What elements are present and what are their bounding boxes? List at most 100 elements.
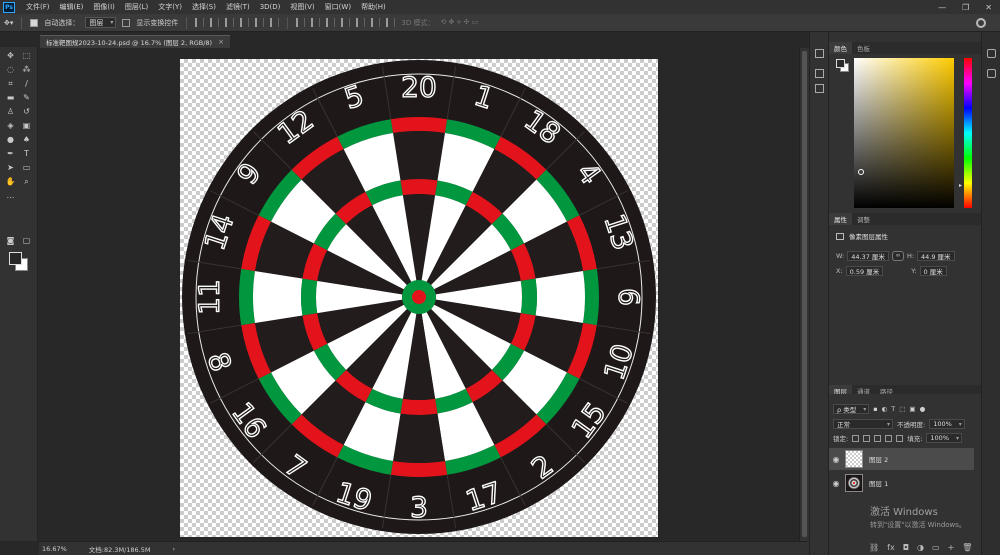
lock-pixels-icon[interactable] [863, 434, 871, 442]
y-field[interactable]: 0 厘米 [919, 266, 947, 276]
align-bottom-icon[interactable] [225, 18, 235, 27]
magic-wand-tool-icon[interactable]: ⁂ [21, 64, 32, 75]
lasso-tool-icon[interactable]: ◌ [5, 64, 16, 75]
lock-all-icon[interactable] [896, 434, 904, 442]
distribute-hcenter-icon[interactable] [356, 18, 366, 27]
layer-name[interactable]: 图层 1 [869, 478, 888, 488]
menu-edit[interactable]: 编辑(E) [55, 2, 89, 12]
filter-pixel-icon[interactable]: ▪ [873, 405, 877, 413]
screen-mode-icon[interactable]: ▢ [21, 235, 32, 246]
visibility-eye-icon[interactable]: ◉ [829, 455, 843, 464]
close-button[interactable]: ✕ [985, 3, 992, 12]
lock-artboard-icon[interactable] [885, 434, 893, 442]
foreground-color-chip[interactable] [836, 59, 845, 68]
history-brush-tool-icon[interactable]: ↺ [21, 106, 32, 117]
filter-adjust-icon[interactable]: ◐ [882, 405, 888, 413]
opacity-field[interactable]: 100% [929, 419, 965, 429]
menu-view[interactable]: 视图(V) [285, 2, 319, 12]
tab-swatches[interactable]: 色板 [852, 42, 875, 54]
gradient-tool-icon[interactable]: ▣ [21, 120, 32, 131]
layer-row[interactable]: ◉ 图层 2 [829, 448, 974, 470]
auto-align-icon[interactable] [386, 18, 396, 27]
tab-color[interactable]: 颜色 [829, 42, 852, 54]
fill-field[interactable]: 100% [926, 433, 962, 443]
filter-type-icon[interactable]: T [891, 405, 895, 413]
distribute-top-icon[interactable] [296, 18, 306, 27]
ruler-tool-icon[interactable]: ▬ [5, 92, 16, 103]
distribute-vcenter-icon[interactable] [311, 18, 321, 27]
zoom-tool-icon[interactable]: ⌕ [21, 176, 32, 187]
show-transform-checkbox[interactable] [122, 18, 131, 27]
filter-smart-icon[interactable]: ▣ [909, 405, 915, 413]
type-tool-icon[interactable]: T [21, 148, 32, 159]
move-tool-icon[interactable]: ✥ [5, 50, 16, 61]
color-picker-field[interactable] [854, 58, 954, 208]
layer-filter-dropdown[interactable]: ρ 类型 [833, 404, 870, 414]
canvas-area[interactable]: 20 1 18 4 13 6 10 15 2 17 3 19 7 16 8 11 14 9 12 5 [39, 48, 799, 541]
minimize-button[interactable]: — [938, 3, 946, 12]
align-left-icon[interactable] [240, 18, 250, 27]
quick-mask-icon[interactable]: ◙ [5, 235, 16, 246]
menu-3d[interactable]: 3D(D) [255, 3, 286, 11]
visibility-eye-icon[interactable]: ◉ [829, 479, 843, 488]
delete-layer-icon[interactable]: 🗑 [962, 543, 972, 552]
tab-adjustments[interactable]: 调整 [852, 213, 875, 225]
x-field[interactable]: 0.59 厘米 [845, 266, 884, 276]
height-field[interactable]: 44.9 厘米 [917, 251, 955, 261]
auto-select-target-dropdown[interactable]: 图层 [85, 17, 117, 28]
document-canvas[interactable]: 20 1 18 4 13 6 10 15 2 17 3 19 7 16 8 11 14 9 12 5 [180, 59, 658, 537]
eyedropper-tool-icon[interactable]: ∕ [21, 78, 32, 89]
menu-help[interactable]: 帮助(H) [356, 2, 391, 12]
blur-tool-icon[interactable]: ● [5, 134, 16, 145]
crop-tool-icon[interactable]: ⌗ [5, 78, 16, 89]
new-layer-icon[interactable]: + [948, 543, 955, 552]
rectangle-tool-icon[interactable]: ▭ [21, 162, 32, 173]
align-hcenter-icon[interactable] [255, 18, 265, 27]
layer-name[interactable]: 图层 2 [869, 454, 888, 464]
artboard-tool-icon[interactable]: ⬚ [21, 50, 32, 61]
blend-mode-dropdown[interactable]: 正常 [833, 419, 893, 429]
swatches-panel-icon[interactable] [815, 69, 824, 78]
menu-window[interactable]: 窗口(W) [320, 2, 356, 12]
tab-properties[interactable]: 属性 [829, 213, 852, 225]
distribute-bottom-icon[interactable] [326, 18, 336, 27]
lock-transparent-icon[interactable] [852, 434, 860, 442]
new-group-icon[interactable]: ▭ [932, 543, 940, 552]
width-field[interactable]: 44.37 厘米 [847, 251, 889, 261]
pen-tool-icon[interactable]: ✒ [5, 148, 16, 159]
document-tab[interactable]: 标准靶图规2023-10-24.psd @ 16.7% (图层 2, RGB/8… [40, 35, 230, 48]
foreground-color-swatch[interactable] [9, 252, 22, 265]
align-vcenter-icon[interactable] [210, 18, 220, 27]
layer-row[interactable]: ◉ 图层 1 [829, 472, 974, 494]
move-tool-icon[interactable]: ✥▾ [4, 19, 13, 27]
link-layers-icon[interactable]: ⛓ [869, 543, 879, 552]
add-mask-icon[interactable]: ◘ [903, 543, 909, 552]
brush-tool-icon[interactable]: ✎ [21, 92, 32, 103]
distribute-right-icon[interactable] [371, 18, 381, 27]
libraries-panel-icon[interactable] [815, 84, 824, 93]
dodge-tool-icon[interactable]: ♠ [21, 134, 32, 145]
menu-type[interactable]: 文字(Y) [153, 2, 187, 12]
menu-file[interactable]: 文件(F) [21, 2, 55, 12]
history-panel-icon[interactable] [815, 49, 824, 58]
hand-tool-icon[interactable]: ✋ [5, 176, 16, 187]
color-picker-cursor[interactable] [858, 169, 864, 175]
brush-settings-icon[interactable] [987, 49, 996, 58]
hue-slider-handle[interactable]: ▸ [959, 182, 962, 189]
lock-position-icon[interactable] [874, 434, 882, 442]
menu-select[interactable]: 选择(S) [187, 2, 221, 12]
search-icon[interactable] [976, 17, 986, 28]
adjustment-layer-icon[interactable]: ◑ [917, 543, 924, 552]
vertical-scrollbar[interactable] [799, 48, 809, 541]
path-select-tool-icon[interactable]: ➤ [5, 162, 16, 173]
scrollbar-thumb[interactable] [802, 51, 807, 537]
auto-select-checkbox[interactable] [30, 18, 39, 27]
more-tools-icon[interactable]: … [5, 190, 16, 201]
stamp-tool-icon[interactable]: ♙ [5, 106, 16, 117]
menu-image[interactable]: 图像(I) [88, 2, 120, 12]
restore-button[interactable]: ❐ [962, 3, 969, 12]
filter-shape-icon[interactable]: ⬚ [899, 405, 905, 413]
layer-style-icon[interactable]: fx [887, 543, 895, 552]
align-top-icon[interactable] [195, 18, 205, 27]
eraser-tool-icon[interactable]: ◈ [5, 120, 16, 131]
